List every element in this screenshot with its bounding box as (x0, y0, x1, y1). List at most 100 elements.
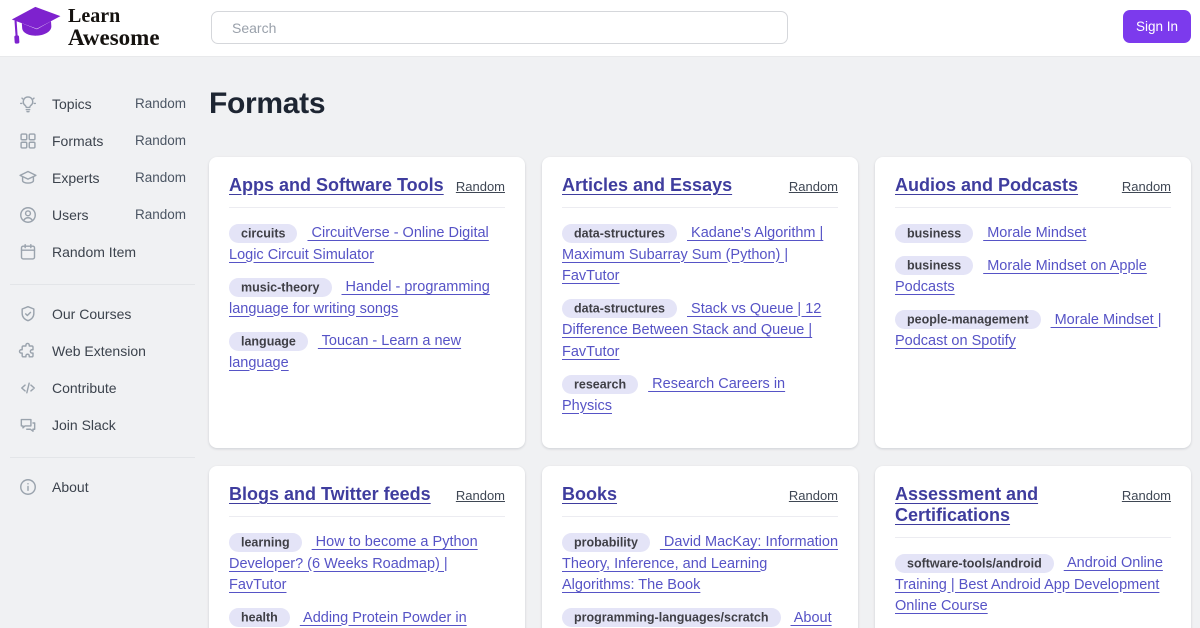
topic-tag[interactable]: learning (229, 533, 302, 552)
topic-tag[interactable]: software-tools/android (895, 554, 1054, 573)
sidebar-item-label: Our Courses (52, 306, 186, 322)
format-card-random-link[interactable]: Random (789, 179, 838, 194)
format-entry: circuits CircuitVerse - Online Digital L… (229, 223, 505, 266)
format-entry: programming-languages/scratch About prog… (562, 608, 838, 628)
format-card-apps-and-software-tools: Apps and Software Tools Random circuits … (209, 157, 525, 448)
logo-line1: Learn (68, 6, 160, 26)
format-card-header: Articles and Essays Random (562, 175, 838, 196)
format-card-items: circuits CircuitVerse - Online Digital L… (229, 223, 505, 374)
format-card-audios-and-podcasts: Audios and Podcasts Random business Mora… (875, 157, 1191, 448)
topic-tag[interactable]: research (562, 375, 638, 394)
format-entry: probability David MacKay: Information Th… (562, 532, 838, 597)
topic-tag[interactable]: health (229, 608, 290, 627)
format-entry: music-theory Handel - programming langua… (229, 277, 505, 320)
format-card-items: probability David MacKay: Information Th… (562, 532, 838, 628)
graduation-cap-logo-icon (8, 2, 63, 54)
sidebar-random-link[interactable]: Random (135, 170, 186, 185)
topic-tag[interactable]: data-structures (562, 224, 677, 243)
sidebar-separator (10, 284, 195, 285)
format-entry: data-structures Kadane's Algorithm | Max… (562, 223, 838, 288)
format-card-header: Apps and Software Tools Random (229, 175, 505, 196)
format-card-title-link[interactable]: Books (562, 484, 617, 505)
sidebar-random-link[interactable]: Random (135, 96, 186, 111)
topic-tag[interactable]: music-theory (229, 278, 332, 297)
sidebar-item-topics[interactable]: Topics Random (0, 85, 209, 122)
sidebar-item-random-item[interactable]: Random Item (0, 233, 209, 270)
sidebar-item-web-extension[interactable]: Web Extension (0, 332, 209, 369)
format-card-items: data-structures Kadane's Algorithm | Max… (562, 223, 838, 417)
format-entry: business Morale Mindset on Apple Podcast… (895, 256, 1171, 299)
format-card-title-link[interactable]: Apps and Software Tools (229, 175, 444, 196)
format-card-random-link[interactable]: Random (456, 488, 505, 503)
format-card-header: Blogs and Twitter feeds Random (229, 484, 505, 505)
sign-in-button[interactable]: Sign In (1123, 10, 1191, 43)
topic-tag[interactable]: language (229, 332, 308, 351)
info-circle-icon (18, 477, 38, 497)
content-area: Topics Random Formats Random Experts Ran… (0, 57, 1200, 628)
main-panel: Formats Apps and Software Tools Random c… (209, 57, 1200, 628)
sidebar-item-our-courses[interactable]: Our Courses (0, 295, 209, 332)
format-card-header: Books Random (562, 484, 838, 505)
sidebar-item-label: Formats (52, 133, 135, 149)
topic-tag[interactable]: data-structures (562, 299, 677, 318)
logo-line2: Awesome (68, 26, 160, 49)
sidebar-item-contribute[interactable]: Contribute (0, 369, 209, 406)
topic-tag[interactable]: business (895, 224, 973, 243)
sidebar-item-label: Experts (52, 170, 135, 186)
topic-tag[interactable]: programming-languages/scratch (562, 608, 781, 627)
format-entry: software-tools/android Android Online Tr… (895, 553, 1171, 618)
format-card-random-link[interactable]: Random (789, 488, 838, 503)
format-card-title-link[interactable]: Assessment and Certifications (895, 484, 1114, 526)
chat-icon (18, 415, 38, 435)
format-card-articles-and-essays: Articles and Essays Random data-structur… (542, 157, 858, 448)
page-title: Formats (209, 86, 1191, 122)
format-card-random-link[interactable]: Random (456, 179, 505, 194)
format-cards-grid: Apps and Software Tools Random circuits … (209, 157, 1191, 628)
format-card-blogs-and-twitter-feeds: Blogs and Twitter feeds Random learning … (209, 466, 525, 628)
format-card-random-link[interactable]: Random (1122, 179, 1171, 194)
sidebar-item-join-slack[interactable]: Join Slack (0, 406, 209, 443)
sidebar-separator (10, 457, 195, 458)
shield-check-icon (18, 304, 38, 324)
divider (229, 516, 505, 517)
logo-link[interactable]: Learn Awesome (10, 4, 160, 52)
format-card-header: Assessment and Certifications Random (895, 484, 1171, 526)
topic-tag[interactable]: circuits (229, 224, 297, 243)
topic-tag[interactable]: probability (562, 533, 650, 552)
header: Learn Awesome Sign In (0, 0, 1200, 57)
format-card-random-link[interactable]: Random (1122, 488, 1171, 503)
divider (229, 207, 505, 208)
search-input[interactable] (211, 11, 788, 44)
format-card-items: learning How to become a Python Develope… (229, 532, 505, 628)
format-entry: business Morale Mindset (895, 223, 1171, 245)
divider (895, 207, 1171, 208)
topic-tag[interactable]: business (895, 256, 973, 275)
sidebar-item-label: Web Extension (52, 343, 186, 359)
sidebar-item-experts[interactable]: Experts Random (0, 159, 209, 196)
sidebar-item-label: Join Slack (52, 417, 186, 433)
format-entry: people-management Morale Mindset | Podca… (895, 310, 1171, 353)
topic-tag[interactable]: people-management (895, 310, 1041, 329)
sidebar: Topics Random Formats Random Experts Ran… (0, 57, 209, 628)
sidebar-item-label: Random Item (52, 244, 186, 260)
grid-icon (18, 131, 38, 151)
sidebar-item-users[interactable]: Users Random (0, 196, 209, 233)
format-entry: research Research Careers in Physics (562, 374, 838, 417)
entry-link[interactable]: Morale Mindset (983, 225, 1086, 241)
format-card-title-link[interactable]: Audios and Podcasts (895, 175, 1078, 196)
divider (562, 516, 838, 517)
format-entry: language Toucan - Learn a new language (229, 331, 505, 374)
format-card-items: business Morale Mindset business Morale … (895, 223, 1171, 353)
format-card-title-link[interactable]: Blogs and Twitter feeds (229, 484, 431, 505)
user-circle-icon (18, 205, 38, 225)
sidebar-item-label: About (52, 479, 186, 495)
sidebar-item-formats[interactable]: Formats Random (0, 122, 209, 159)
sidebar-random-link[interactable]: Random (135, 207, 186, 222)
sidebar-random-link[interactable]: Random (135, 133, 186, 148)
lightbulb-icon (18, 94, 38, 114)
format-entry: health Adding Protein Powder in Coffee: … (229, 608, 505, 628)
format-entry: learning How to become a Python Develope… (229, 532, 505, 597)
sidebar-item-about[interactable]: About (0, 468, 209, 505)
calendar-icon (18, 242, 38, 262)
format-card-title-link[interactable]: Articles and Essays (562, 175, 732, 196)
